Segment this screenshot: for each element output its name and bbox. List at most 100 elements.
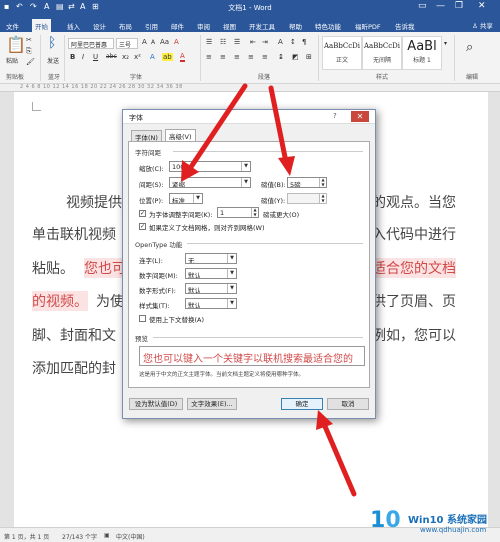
tab-review[interactable]: 审阅 <box>194 19 213 32</box>
close-button[interactable]: ✕ <box>478 1 486 11</box>
format-painter-icon[interactable]: 🖌 <box>26 58 35 66</box>
underline-button[interactable]: U <box>93 53 98 61</box>
dialog-close-button[interactable]: ✕ <box>351 111 369 122</box>
tell-me-search[interactable]: 告诉我 <box>392 19 418 32</box>
tab-layout[interactable]: 布局 <box>116 19 135 32</box>
tab-advanced[interactable]: 高级(V) <box>165 129 196 141</box>
style-normal[interactable]: AaBbCcDi 正文 <box>322 36 362 70</box>
snap-to-grid-checkbox[interactable]: ✓ <box>139 223 146 230</box>
tab-developer[interactable]: 开发工具 <box>246 19 278 32</box>
watermark-brand: Win10 系统家园 <box>408 515 487 526</box>
show-marks-icon[interactable]: ¶ <box>302 38 306 46</box>
kerning-spinner[interactable]: 1 ▲ ▼ <box>217 207 259 218</box>
justify-icon[interactable]: ≡ <box>248 53 254 61</box>
styles-scroll-icon[interactable]: ▾ <box>444 40 447 47</box>
cancel-button[interactable]: 取消 <box>327 398 369 410</box>
copy-icon[interactable]: ⎘ <box>26 47 32 56</box>
bluetooth-send-label[interactable]: 发送 <box>47 56 59 65</box>
tab-file[interactable]: 文件 <box>3 19 22 32</box>
chinese-layout-icon[interactable]: A <box>278 38 283 46</box>
doc-text: 添加匹配的封 <box>32 361 116 377</box>
word-count[interactable]: 27/143 个字 <box>62 532 97 541</box>
paragraph-group-label: 段落 <box>258 74 271 81</box>
tab-home[interactable]: 开始 <box>32 19 51 32</box>
bluetooth-group-label: 蓝牙 <box>48 74 61 81</box>
cut-icon[interactable]: ✂ <box>26 36 32 44</box>
bullets-icon[interactable]: ☰ <box>206 38 212 46</box>
sort-icon[interactable]: ↕ <box>290 38 296 46</box>
tab-references[interactable]: 引用 <box>142 19 161 32</box>
help-button[interactable]: ? <box>333 112 337 120</box>
style-no-spacing[interactable]: AaBbCcDi 无间隔 <box>362 36 402 70</box>
language-indicator[interactable]: 中文(中国) <box>116 532 145 541</box>
proofing-icon[interactable]: ▣ <box>104 532 110 539</box>
position-points-spinner[interactable]: ▲ ▼ <box>287 193 327 204</box>
superscript-button[interactable]: x² <box>134 53 141 61</box>
bluetooth-icon[interactable]: ᛒ <box>48 35 56 51</box>
tab-insert[interactable]: 插入 <box>64 19 83 32</box>
minimize-button[interactable]: — <box>436 1 445 11</box>
tab-font[interactable]: 字体(N) <box>131 130 162 142</box>
number-spacing-select[interactable]: 默认 ▼ <box>185 268 237 279</box>
shrink-font-icon[interactable]: A <box>151 39 155 46</box>
multilevel-list-icon[interactable]: ☰ <box>234 38 240 46</box>
font-size-combo[interactable]: 三号 <box>116 38 138 49</box>
share-button[interactable]: ♙ 共享 <box>472 20 493 30</box>
tab-foxit-pdf[interactable]: 福昕PDF <box>352 19 384 32</box>
spinner-arrows-icon[interactable]: ▲ ▼ <box>319 194 326 203</box>
tab-featured[interactable]: 特色功能 <box>312 19 344 32</box>
section-preview: 预览 <box>135 335 148 343</box>
find-icon[interactable]: ⌕ <box>466 40 473 55</box>
style-heading-1[interactable]: AaBl 标题 1 <box>402 36 442 70</box>
paste-icon[interactable]: 📋 <box>6 35 26 54</box>
tab-help[interactable]: 帮助 <box>286 19 305 32</box>
position-select[interactable]: 标准 ▼ <box>169 193 203 204</box>
stylistic-sets-select[interactable]: 默认 ▼ <box>185 298 237 309</box>
font-color-button[interactable]: A <box>180 53 185 62</box>
strikethrough-button[interactable]: abc <box>106 53 117 60</box>
shading-icon[interactable]: ◩ <box>292 53 299 61</box>
bold-button[interactable]: B <box>70 53 75 61</box>
tab-view[interactable]: 视图 <box>220 19 239 32</box>
points-spinner[interactable]: 5磅 ▲ ▼ <box>287 177 327 188</box>
ligatures-select[interactable]: 无 ▼ <box>185 253 237 264</box>
doc-text: 脚、封面和文 <box>32 328 116 344</box>
align-left-icon[interactable]: ≡ <box>206 53 212 61</box>
paste-label[interactable]: 粘贴 <box>6 56 18 65</box>
restore-button[interactable]: ❐ <box>455 1 463 11</box>
text-effects-button[interactable]: 文字效果(E)... <box>187 398 237 410</box>
set-default-button[interactable]: 设为默认值(D) <box>129 398 183 410</box>
borders-icon[interactable]: ⊞ <box>306 53 312 61</box>
line-spacing-icon[interactable]: ↨ <box>278 53 284 61</box>
spinner-arrows-icon[interactable]: ▲ ▼ <box>319 178 326 187</box>
spacing-value: 紧缩 <box>172 181 185 188</box>
page-count[interactable]: 第 1 页，共 1 页 <box>4 532 49 541</box>
ribbon-display-icon[interactable]: ▭ <box>418 1 427 11</box>
decrease-indent-icon[interactable]: ⇤ <box>250 38 256 46</box>
kerning-checkbox[interactable]: ✓ <box>139 210 146 217</box>
position-value: 标准 <box>172 197 185 204</box>
spinner-arrows-icon[interactable]: ▲ ▼ <box>251 208 258 217</box>
doc-text: 例如，您可以 <box>372 328 456 344</box>
spacing-select[interactable]: 紧缩 ▼ <box>169 177 251 188</box>
contextual-alternates-checkbox[interactable] <box>139 315 146 322</box>
font-name-combo[interactable]: 阿里巴巴普惠 <box>68 38 114 49</box>
italic-button[interactable]: I <box>82 53 84 61</box>
distributed-icon[interactable]: ≡ <box>262 53 268 61</box>
subscript-button[interactable]: x₂ <box>122 53 129 61</box>
scale-select[interactable]: 100% ▼ <box>169 161 251 172</box>
style-name: 无间隔 <box>372 57 391 64</box>
highlight-color-icon[interactable]: ab <box>162 53 173 61</box>
align-right-icon[interactable]: ≡ <box>234 53 240 61</box>
tab-design[interactable]: 设计 <box>90 19 109 32</box>
grow-font-icon[interactable]: A <box>142 38 147 46</box>
ok-button[interactable]: 确定 <box>281 398 323 410</box>
clear-format-icon[interactable]: A <box>174 38 179 46</box>
align-center-icon[interactable]: ≡ <box>220 53 226 61</box>
change-case-icon[interactable]: Aa <box>160 38 169 46</box>
tab-mailings[interactable]: 邮件 <box>168 19 187 32</box>
increase-indent-icon[interactable]: ⇥ <box>262 38 268 46</box>
numbering-icon[interactable]: ☷ <box>220 38 226 46</box>
number-forms-select[interactable]: 默认 ▼ <box>185 283 237 294</box>
text-effects-icon[interactable]: A <box>150 53 155 61</box>
